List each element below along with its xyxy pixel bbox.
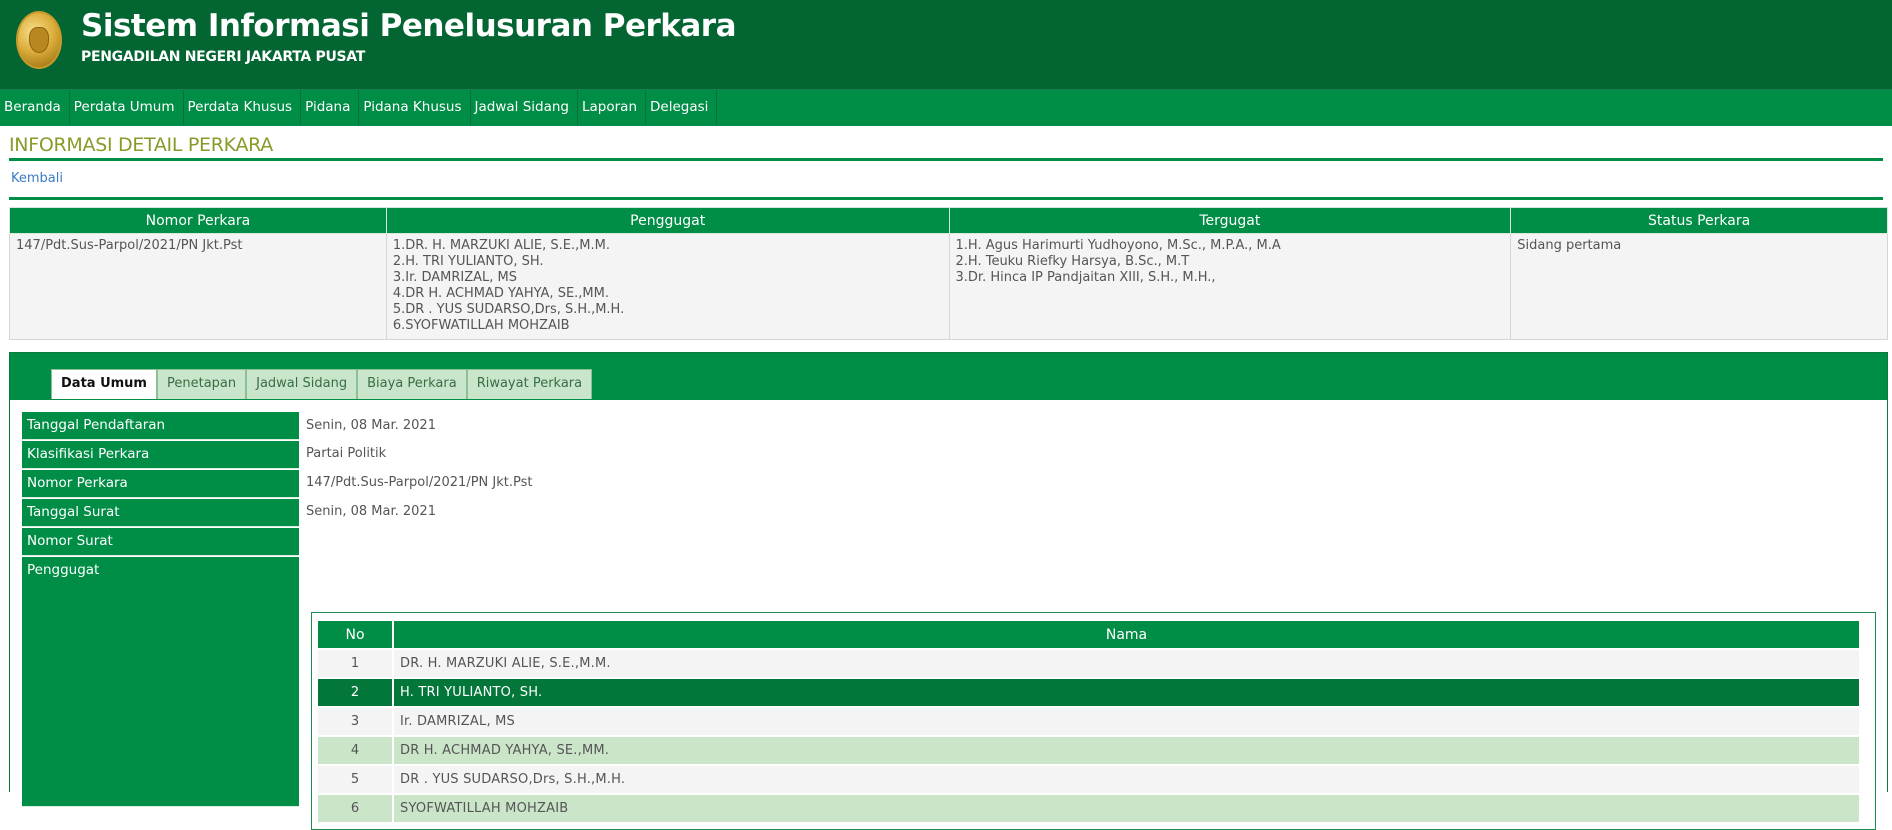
court-seal-logo (16, 11, 62, 69)
app-subtitle: PENGADILAN NEGERI JAKARTA PUSAT (81, 49, 366, 65)
penggugat-item: 2.H. TRI YULIANTO, SH. (392, 254, 544, 269)
section-divider (9, 197, 1883, 200)
tab-riwayat-perkara[interactable]: Riwayat Perkara (466, 369, 593, 399)
site-header: Sistem Informasi Penelusuran Perkara PEN… (0, 0, 1892, 89)
row-no: 1 (318, 650, 394, 677)
nomor-perkara-value: 147/Pdt.Sus-Parpol/2021/PN Jkt.Pst (16, 238, 243, 253)
tab-data-umum[interactable]: Data Umum (51, 369, 157, 399)
label-tanggal-surat: Tanggal Surat (22, 499, 299, 527)
row-nama: SYOFWATILLAH MOHZAIB (394, 795, 1859, 822)
label-klasifikasi-perkara: Klasifikasi Perkara (22, 441, 299, 469)
tergugat-item: 1.H. Agus Harimurti Yudhoyono, M.Sc., M.… (955, 238, 1281, 253)
penggugat-header-nama: Nama (394, 621, 1859, 648)
table-row[interactable]: 3 Ir. DAMRIZAL, MS (318, 708, 1859, 735)
summary-header-penggugat: Penggugat (385, 207, 950, 234)
penggugat-table-box: No Nama 1 DR. H. MARZUKI ALIE, S.E.,M.M.… (311, 612, 1876, 830)
summary-data-row: 147/Pdt.Sus-Parpol/2021/PN Jkt.Pst 1.DR.… (9, 233, 1888, 340)
penggugat-item: 5.DR . YUS SUDARSO,Drs, S.H.,M.H. (392, 302, 625, 317)
detail-tabs: Data Umum Penetapan Jadwal Sidang Biaya … (51, 369, 593, 399)
row-nama: DR . YUS SUDARSO,Drs, S.H.,M.H. (394, 766, 1859, 793)
penggugat-item: 3.Ir. DAMRIZAL, MS (392, 270, 518, 285)
back-link[interactable]: Kembali (11, 171, 63, 186)
table-row[interactable]: 4 DR H. ACHMAD YAHYA, SE.,MM. (318, 737, 1859, 764)
row-no: 3 (318, 708, 394, 735)
nav-item-perdata-umum[interactable]: Perdata Umum (70, 90, 184, 125)
table-row[interactable]: 5 DR . YUS SUDARSO,Drs, S.H.,M.H. (318, 766, 1859, 793)
nav-item-perdata-khusus[interactable]: Perdata Khusus (184, 90, 302, 125)
summary-header-status: Status Perkara (1510, 207, 1888, 234)
row-no: 6 (318, 795, 394, 822)
page-title: INFORMASI DETAIL PERKARA (9, 134, 274, 156)
status-value: Sidang pertama (1517, 238, 1622, 253)
row-no: 4 (318, 737, 394, 764)
penggugat-item: 1.DR. H. MARZUKI ALIE, S.E.,M.M. (392, 238, 610, 253)
summary-header-row: Nomor Perkara Penggugat Tergugat Status … (9, 207, 1888, 234)
summary-penggugat: 1.DR. H. MARZUKI ALIE, S.E.,M.M. 2.H. TR… (385, 233, 950, 340)
nav-item-delegasi[interactable]: Delegasi (646, 90, 718, 125)
app-title: Sistem Informasi Penelusuran Perkara (81, 8, 737, 44)
row-nama: Ir. DAMRIZAL, MS (394, 708, 1859, 735)
penggugat-header-no: No (318, 621, 394, 648)
value-nomor-perkara: 147/Pdt.Sus-Parpol/2021/PN Jkt.Pst (306, 475, 533, 490)
row-nama: DR H. ACHMAD YAHYA, SE.,MM. (394, 737, 1859, 764)
data-umum-content: Tanggal Pendaftaran Senin, 08 Mar. 2021 … (10, 400, 1887, 830)
summary-status: Sidang pertama (1510, 233, 1888, 340)
value-tanggal-surat: Senin, 08 Mar. 2021 (306, 504, 436, 519)
row-nama: H. TRI YULIANTO, SH. (394, 679, 1859, 706)
nav-item-jadwal-sidang[interactable]: Jadwal Sidang (471, 90, 578, 125)
tab-penetapan[interactable]: Penetapan (156, 369, 247, 399)
detail-panel: Data Umum Penetapan Jadwal Sidang Biaya … (9, 352, 1888, 830)
summary-tergugat: 1.H. Agus Harimurti Yudhoyono, M.Sc., M.… (948, 233, 1512, 340)
row-nama: DR. H. MARZUKI ALIE, S.E.,M.M. (394, 650, 1859, 677)
penggugat-table: No Nama 1 DR. H. MARZUKI ALIE, S.E.,M.M.… (318, 619, 1859, 824)
label-penggugat: Penggugat (22, 557, 299, 807)
table-row[interactable]: 1 DR. H. MARZUKI ALIE, S.E.,M.M. (318, 650, 1859, 677)
tergugat-item: 2.H. Teuku Riefky Harsya, B.Sc., M.T (955, 254, 1190, 269)
title-divider (9, 158, 1883, 161)
penggugat-table-header: No Nama (318, 621, 1859, 648)
label-nomor-surat: Nomor Surat (22, 528, 299, 556)
value-klasifikasi-perkara: Partai Politik (306, 446, 387, 461)
case-summary-table: Nomor Perkara Penggugat Tergugat Status … (9, 207, 1888, 340)
nav-item-beranda[interactable]: Beranda (0, 90, 70, 125)
tergugat-item: 3.Dr. Hinca IP Pandjaitan XIII, S.H., M.… (955, 270, 1216, 285)
row-no: 2 (318, 679, 394, 706)
nav-item-pidana[interactable]: Pidana (301, 90, 360, 125)
tab-jadwal-sidang[interactable]: Jadwal Sidang (246, 369, 358, 399)
summary-header-tergugat: Tergugat (948, 207, 1512, 234)
value-tanggal-pendaftaran: Senin, 08 Mar. 2021 (306, 418, 436, 433)
table-row[interactable]: 6 SYOFWATILLAH MOHZAIB (318, 795, 1859, 822)
nav-item-laporan[interactable]: Laporan (578, 90, 647, 125)
label-tanggal-pendaftaran: Tanggal Pendaftaran (22, 412, 299, 440)
seal-shield-icon (29, 27, 49, 53)
row-no: 5 (318, 766, 394, 793)
table-row[interactable]: 2 H. TRI YULIANTO, SH. (318, 679, 1859, 706)
label-nomor-perkara: Nomor Perkara (22, 470, 299, 498)
tab-biaya-perkara[interactable]: Biaya Perkara (357, 369, 467, 399)
main-nav: Beranda Perdata Umum Perdata Khusus Pida… (0, 89, 1892, 126)
nav-item-pidana-khusus[interactable]: Pidana Khusus (359, 90, 471, 125)
summary-header-nomor-perkara: Nomor Perkara (9, 207, 387, 234)
penggugat-item: 6.SYOFWATILLAH MOHZAIB (392, 318, 570, 333)
penggugat-item: 4.DR H. ACHMAD YAHYA, SE.,MM. (392, 286, 609, 301)
summary-nomor-perkara: 147/Pdt.Sus-Parpol/2021/PN Jkt.Pst (9, 233, 387, 340)
